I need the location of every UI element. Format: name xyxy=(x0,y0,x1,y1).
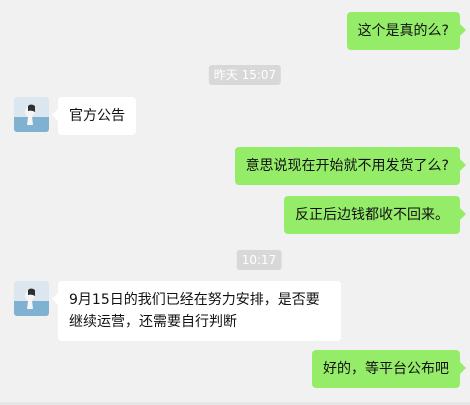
message-bubble-outgoing[interactable]: 好的，等平台公布吧 xyxy=(312,350,466,388)
timestamp: 昨天 15:07 xyxy=(208,65,282,85)
message-bubble-outgoing[interactable]: 这个是真的么? xyxy=(346,12,467,50)
message-bubble-outgoing[interactable]: 意思说现在开始就不用发货了么? xyxy=(234,147,467,185)
message-bubble-incoming[interactable]: 官方公告 xyxy=(52,97,136,135)
contact-avatar-icon[interactable] xyxy=(14,97,49,132)
contact-avatar-icon[interactable] xyxy=(14,281,49,316)
timestamp: 10:17 xyxy=(236,250,282,270)
message-bubble-outgoing[interactable]: 反正后边钱都收不回来。 xyxy=(284,196,466,234)
message-bubble-incoming[interactable]: 9月15日的我们已经在努力安排，是否要继续运营，还需要自行判断 xyxy=(52,281,341,341)
